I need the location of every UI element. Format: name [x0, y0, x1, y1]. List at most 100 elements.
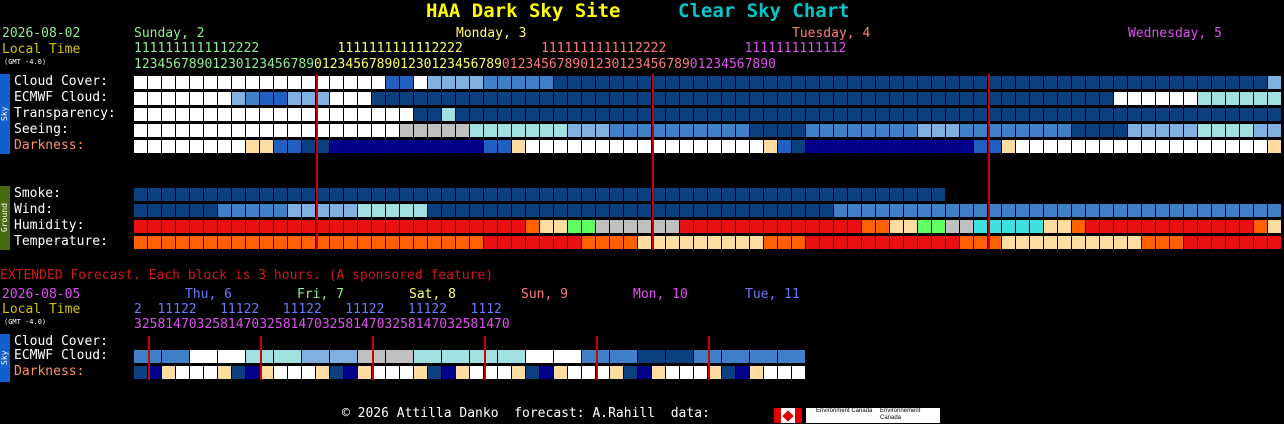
forecast-block[interactable]	[148, 124, 161, 137]
forecast-block[interactable]	[1072, 108, 1085, 121]
forecast-block[interactable]	[512, 124, 525, 137]
forecast-block[interactable]	[218, 76, 231, 89]
forecast-block[interactable]	[736, 108, 749, 121]
forecast-block[interactable]	[834, 124, 847, 137]
forecast-block[interactable]	[330, 366, 343, 379]
forecast-block[interactable]	[1128, 236, 1141, 249]
forecast-block[interactable]	[1114, 76, 1127, 89]
forecast-block[interactable]	[1128, 76, 1141, 89]
forecast-block[interactable]	[1128, 124, 1141, 137]
forecast-block[interactable]	[1184, 140, 1197, 153]
forecast-block[interactable]	[386, 220, 399, 233]
forecast-block[interactable]	[624, 188, 637, 201]
forecast-block[interactable]	[1128, 204, 1141, 217]
forecast-block[interactable]	[372, 204, 385, 217]
forecast-block[interactable]	[190, 188, 203, 201]
forecast-block[interactable]	[246, 366, 259, 379]
forecast-block[interactable]	[764, 140, 777, 153]
forecast-block[interactable]	[624, 76, 637, 89]
forecast-block[interactable]	[596, 124, 609, 137]
forecast-block[interactable]	[134, 124, 147, 137]
forecast-block[interactable]	[932, 220, 945, 233]
forecast-block[interactable]	[792, 236, 805, 249]
forecast-block[interactable]	[400, 108, 413, 121]
forecast-block[interactable]	[1100, 108, 1113, 121]
forecast-block[interactable]	[960, 204, 973, 217]
forecast-block[interactable]	[1170, 220, 1183, 233]
forecast-block[interactable]	[820, 76, 833, 89]
forecast-block[interactable]	[778, 350, 805, 363]
forecast-block[interactable]	[232, 220, 245, 233]
forecast-block[interactable]	[246, 108, 259, 121]
forecast-block[interactable]	[624, 92, 637, 105]
forecast-block[interactable]	[526, 124, 539, 137]
forecast-block[interactable]	[610, 124, 623, 137]
forecast-block[interactable]	[372, 236, 385, 249]
forecast-block[interactable]	[1128, 92, 1141, 105]
forecast-block[interactable]	[596, 92, 609, 105]
forecast-block[interactable]	[176, 108, 189, 121]
forecast-block[interactable]	[456, 124, 469, 137]
forecast-block[interactable]	[1072, 140, 1085, 153]
forecast-block[interactable]	[610, 220, 623, 233]
forecast-block[interactable]	[1170, 76, 1183, 89]
forecast-block[interactable]	[932, 108, 945, 121]
forecast-block[interactable]	[1142, 108, 1155, 121]
forecast-block[interactable]	[792, 220, 805, 233]
forecast-block[interactable]	[344, 204, 357, 217]
forecast-block[interactable]	[232, 124, 245, 137]
forecast-block[interactable]	[344, 140, 357, 153]
forecast-block[interactable]	[960, 124, 973, 137]
forecast-block[interactable]	[1044, 220, 1057, 233]
forecast-block[interactable]	[1212, 220, 1225, 233]
forecast-block[interactable]	[750, 124, 763, 137]
forecast-block[interactable]	[694, 140, 707, 153]
forecast-block[interactable]	[820, 188, 833, 201]
forecast-block[interactable]	[1030, 92, 1043, 105]
forecast-block[interactable]	[708, 204, 721, 217]
forecast-block[interactable]	[358, 92, 371, 105]
forecast-block[interactable]	[204, 76, 217, 89]
forecast-block[interactable]	[680, 236, 693, 249]
forecast-block[interactable]	[890, 204, 903, 217]
forecast-block[interactable]	[302, 366, 315, 379]
forecast-block[interactable]	[1002, 76, 1015, 89]
forecast-block[interactable]	[946, 204, 959, 217]
forecast-block[interactable]	[638, 188, 651, 201]
forecast-block[interactable]	[1114, 92, 1127, 105]
forecast-block[interactable]	[232, 236, 245, 249]
forecast-block[interactable]	[890, 108, 903, 121]
forecast-block[interactable]	[792, 124, 805, 137]
forecast-block[interactable]	[470, 236, 483, 249]
forecast-block[interactable]	[1058, 76, 1071, 89]
forecast-block[interactable]	[1184, 124, 1197, 137]
forecast-block[interactable]	[498, 108, 511, 121]
forecast-block[interactable]	[638, 366, 651, 379]
forecast-block[interactable]	[568, 236, 581, 249]
forecast-block[interactable]	[1072, 76, 1085, 89]
forecast-block[interactable]	[694, 366, 707, 379]
forecast-block[interactable]	[1142, 140, 1155, 153]
forecast-block[interactable]	[512, 204, 525, 217]
forecast-block[interactable]	[918, 236, 931, 249]
forecast-block[interactable]	[288, 92, 301, 105]
forecast-block[interactable]	[414, 124, 427, 137]
forecast-block[interactable]	[680, 140, 693, 153]
forecast-block[interactable]	[666, 124, 679, 137]
forecast-block[interactable]	[554, 92, 567, 105]
forecast-block[interactable]	[806, 124, 819, 137]
forecast-block[interactable]	[344, 366, 357, 379]
forecast-block[interactable]	[246, 92, 259, 105]
forecast-block[interactable]	[764, 236, 777, 249]
forecast-block[interactable]	[638, 350, 665, 363]
forecast-block[interactable]	[694, 204, 707, 217]
forecast-block[interactable]	[1058, 92, 1071, 105]
forecast-block[interactable]	[638, 108, 651, 121]
forecast-block[interactable]	[1240, 108, 1253, 121]
forecast-block[interactable]	[932, 236, 945, 249]
forecast-block[interactable]	[484, 236, 497, 249]
forecast-block[interactable]	[1016, 236, 1029, 249]
forecast-block[interactable]	[834, 92, 847, 105]
forecast-block[interactable]	[1072, 92, 1085, 105]
forecast-block[interactable]	[442, 204, 455, 217]
